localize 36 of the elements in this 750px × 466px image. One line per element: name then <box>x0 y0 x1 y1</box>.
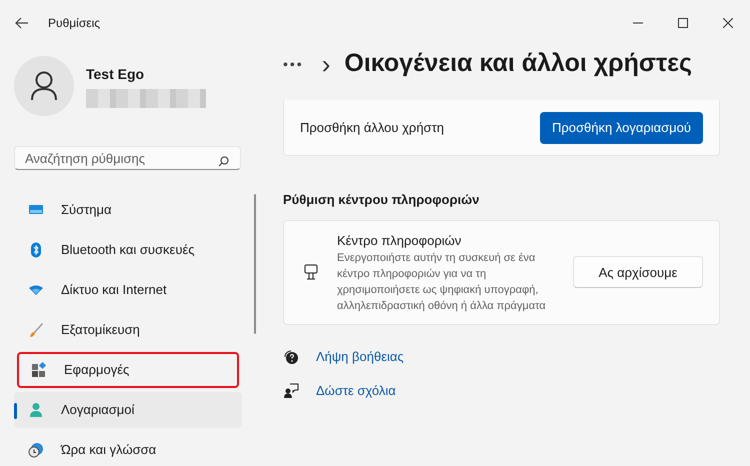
bluetooth-icon <box>28 242 44 258</box>
search-icon <box>218 156 229 167</box>
apps-icon <box>31 362 47 378</box>
kiosk-icon <box>304 264 318 280</box>
person-icon <box>28 402 44 418</box>
more-button[interactable]: ••• <box>283 54 304 74</box>
breadcrumb-separator: › <box>322 48 330 80</box>
sidebar-item[interactable]: Δίκτυο και Internet <box>14 272 242 308</box>
sidebar-item[interactable]: Ώρα και γλώσσα <box>14 432 242 466</box>
search-field[interactable]: Αναζήτηση ρύθμισης <box>14 146 241 170</box>
selection-indicator <box>14 403 17 419</box>
help-link[interactable]: Δώστε σχόλια <box>316 380 396 400</box>
back-arrow-icon[interactable] <box>15 17 29 29</box>
brush-icon <box>28 322 44 338</box>
page-title: Οικογένεια και άλλοι χρήστες <box>344 48 692 80</box>
sidebar-item[interactable]: Σύστημα <box>14 192 242 228</box>
card-description: Ενεργοποιήστε αυτήν τη συσκευή σε ένα κέντρο πληροφοριών για να τη χρησιμοποιήσετε ως ψηφιακή υπογραφή, αλληλεπιδραστική οθόνη ή άλλα πράγματα <box>337 251 547 314</box>
help-icon <box>283 348 299 365</box>
close-icon[interactable] <box>723 18 733 28</box>
sidebar-item[interactable]: Bluetooth και συσκευές <box>14 232 242 268</box>
get-started-button[interactable]: Ας αρχίσουμε <box>573 256 703 288</box>
sidebar-item[interactable]: Λογαριασμοί <box>14 392 242 428</box>
sidebar-item[interactable]: Εφαρμογές <box>17 352 239 388</box>
feedback-icon <box>283 382 299 398</box>
sidebar-item[interactable]: Εξατομίκευση <box>14 312 242 348</box>
person-icon <box>30 71 58 101</box>
card-title: Κέντρο πληροφοριών <box>337 232 462 250</box>
card-label: Προσθήκη άλλου χρήστη <box>300 118 444 137</box>
window-title: Ρυθμίσεις <box>48 15 100 32</box>
maximize-icon[interactable] <box>678 18 688 28</box>
user-name: Test Ego <box>86 65 146 84</box>
add-account-button[interactable]: Προσθήκη λογαριασμού <box>540 112 703 144</box>
help-link[interactable]: Λήψη βοήθειας <box>316 347 404 366</box>
scrollbar[interactable] <box>254 194 256 334</box>
section-heading: Ρύθμιση κέντρου πληροφοριών <box>283 191 480 209</box>
clock-globe-icon <box>28 442 44 458</box>
